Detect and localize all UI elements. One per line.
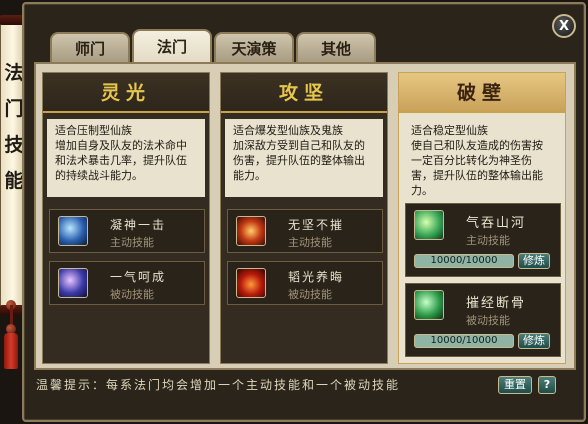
skill-progress: 10000/10000 — [414, 334, 514, 348]
taoguang-icon — [236, 268, 266, 298]
skill-name: 凝神一击 — [110, 218, 167, 232]
train-button[interactable]: 修炼 — [518, 333, 550, 349]
tassel — [4, 333, 18, 369]
skill-type: 被动技能 — [110, 288, 154, 301]
tab-bar: 师门 法门 天演策 其他 — [50, 29, 376, 62]
cuijing-icon — [414, 290, 444, 320]
reset-button[interactable]: 重置 — [498, 376, 532, 394]
skill-slot[interactable]: 凝神一击 主动技能 — [49, 209, 205, 253]
school-description: 适合稳定型仙族 使自己和队友造成的伤害按一定百分比转化为神圣伤害，提升队伍的整体… — [403, 119, 561, 197]
close-icon: X — [558, 18, 570, 34]
skill-name: 摧经断骨 — [466, 296, 527, 311]
famen-panel: 灵光 适合压制型仙族 增加自身及队友的法术命中和法术暴击几率，提升队伍的持续战斗… — [34, 62, 576, 370]
footer-tip: 温馨提示：每系法门均会增加一个主动技能和一个被动技能 — [36, 378, 401, 392]
skill-slot[interactable]: 气吞山河 主动技能 10000/10000 修炼 — [405, 203, 561, 277]
ningshen-icon — [58, 216, 88, 246]
skill-type: 被动技能 — [288, 288, 332, 301]
tab-famen[interactable]: 法门 — [132, 29, 212, 62]
school-description: 适合压制型仙族 增加自身及队友的法术命中和法术暴击几率，提升队伍的持续战斗能力。 — [47, 119, 205, 197]
skill-window: X 师门 法门 天演策 其他 灵光 适合压制型仙族 增加自身及队友的法术命中和法… — [22, 2, 586, 422]
school-title: 灵光 — [43, 73, 209, 113]
side-title-char: 法门技能 — [4, 62, 24, 192]
school-gongjian[interactable]: 攻坚 适合爆发型仙族及鬼族 加深敌方受到自己和队友的伤害，提升队伍的整体输出能力… — [220, 72, 388, 364]
school-title: 破壁 — [399, 73, 565, 113]
school-pobi[interactable]: 破壁 适合稳定型仙族 使自己和队友造成的伤害按一定百分比转化为神圣伤害，提升队伍… — [398, 72, 566, 364]
skill-type: 被动技能 — [466, 314, 510, 327]
tab-qita[interactable]: 其他 — [296, 32, 376, 62]
skill-slot[interactable]: 韬光养晦 被动技能 — [227, 261, 383, 305]
help-button[interactable]: ? — [538, 376, 556, 394]
skill-name: 一气呵成 — [110, 270, 167, 284]
qitun-icon — [414, 210, 444, 240]
wujian-icon — [236, 216, 266, 246]
skill-slot[interactable]: 一气呵成 被动技能 — [49, 261, 205, 305]
skill-type: 主动技能 — [288, 236, 332, 249]
tab-tianyance[interactable]: 天演策 — [214, 32, 294, 62]
skill-progress: 10000/10000 — [414, 254, 514, 268]
school-description: 适合爆发型仙族及鬼族 加深敌方受到自己和队友的伤害，提升队伍的整体输出能力。 — [225, 119, 383, 197]
skill-name: 气吞山河 — [466, 216, 527, 231]
skill-slot[interactable]: 无坚不摧 主动技能 — [227, 209, 383, 253]
school-title: 攻坚 — [221, 73, 387, 113]
skill-name: 无坚不摧 — [288, 218, 345, 232]
skill-name: 韬光养晦 — [288, 270, 345, 284]
close-button[interactable]: X — [552, 14, 576, 38]
skill-type: 主动技能 — [110, 236, 154, 249]
skill-type: 主动技能 — [466, 234, 510, 247]
tab-shimen[interactable]: 师门 — [50, 32, 130, 62]
train-button[interactable]: 修炼 — [518, 253, 550, 269]
yiqi-icon — [58, 268, 88, 298]
school-lingguang[interactable]: 灵光 适合压制型仙族 增加自身及队友的法术命中和法术暴击几率，提升队伍的持续战斗… — [42, 72, 210, 364]
skill-slot[interactable]: 摧经断骨 被动技能 10000/10000 修炼 — [405, 283, 561, 357]
